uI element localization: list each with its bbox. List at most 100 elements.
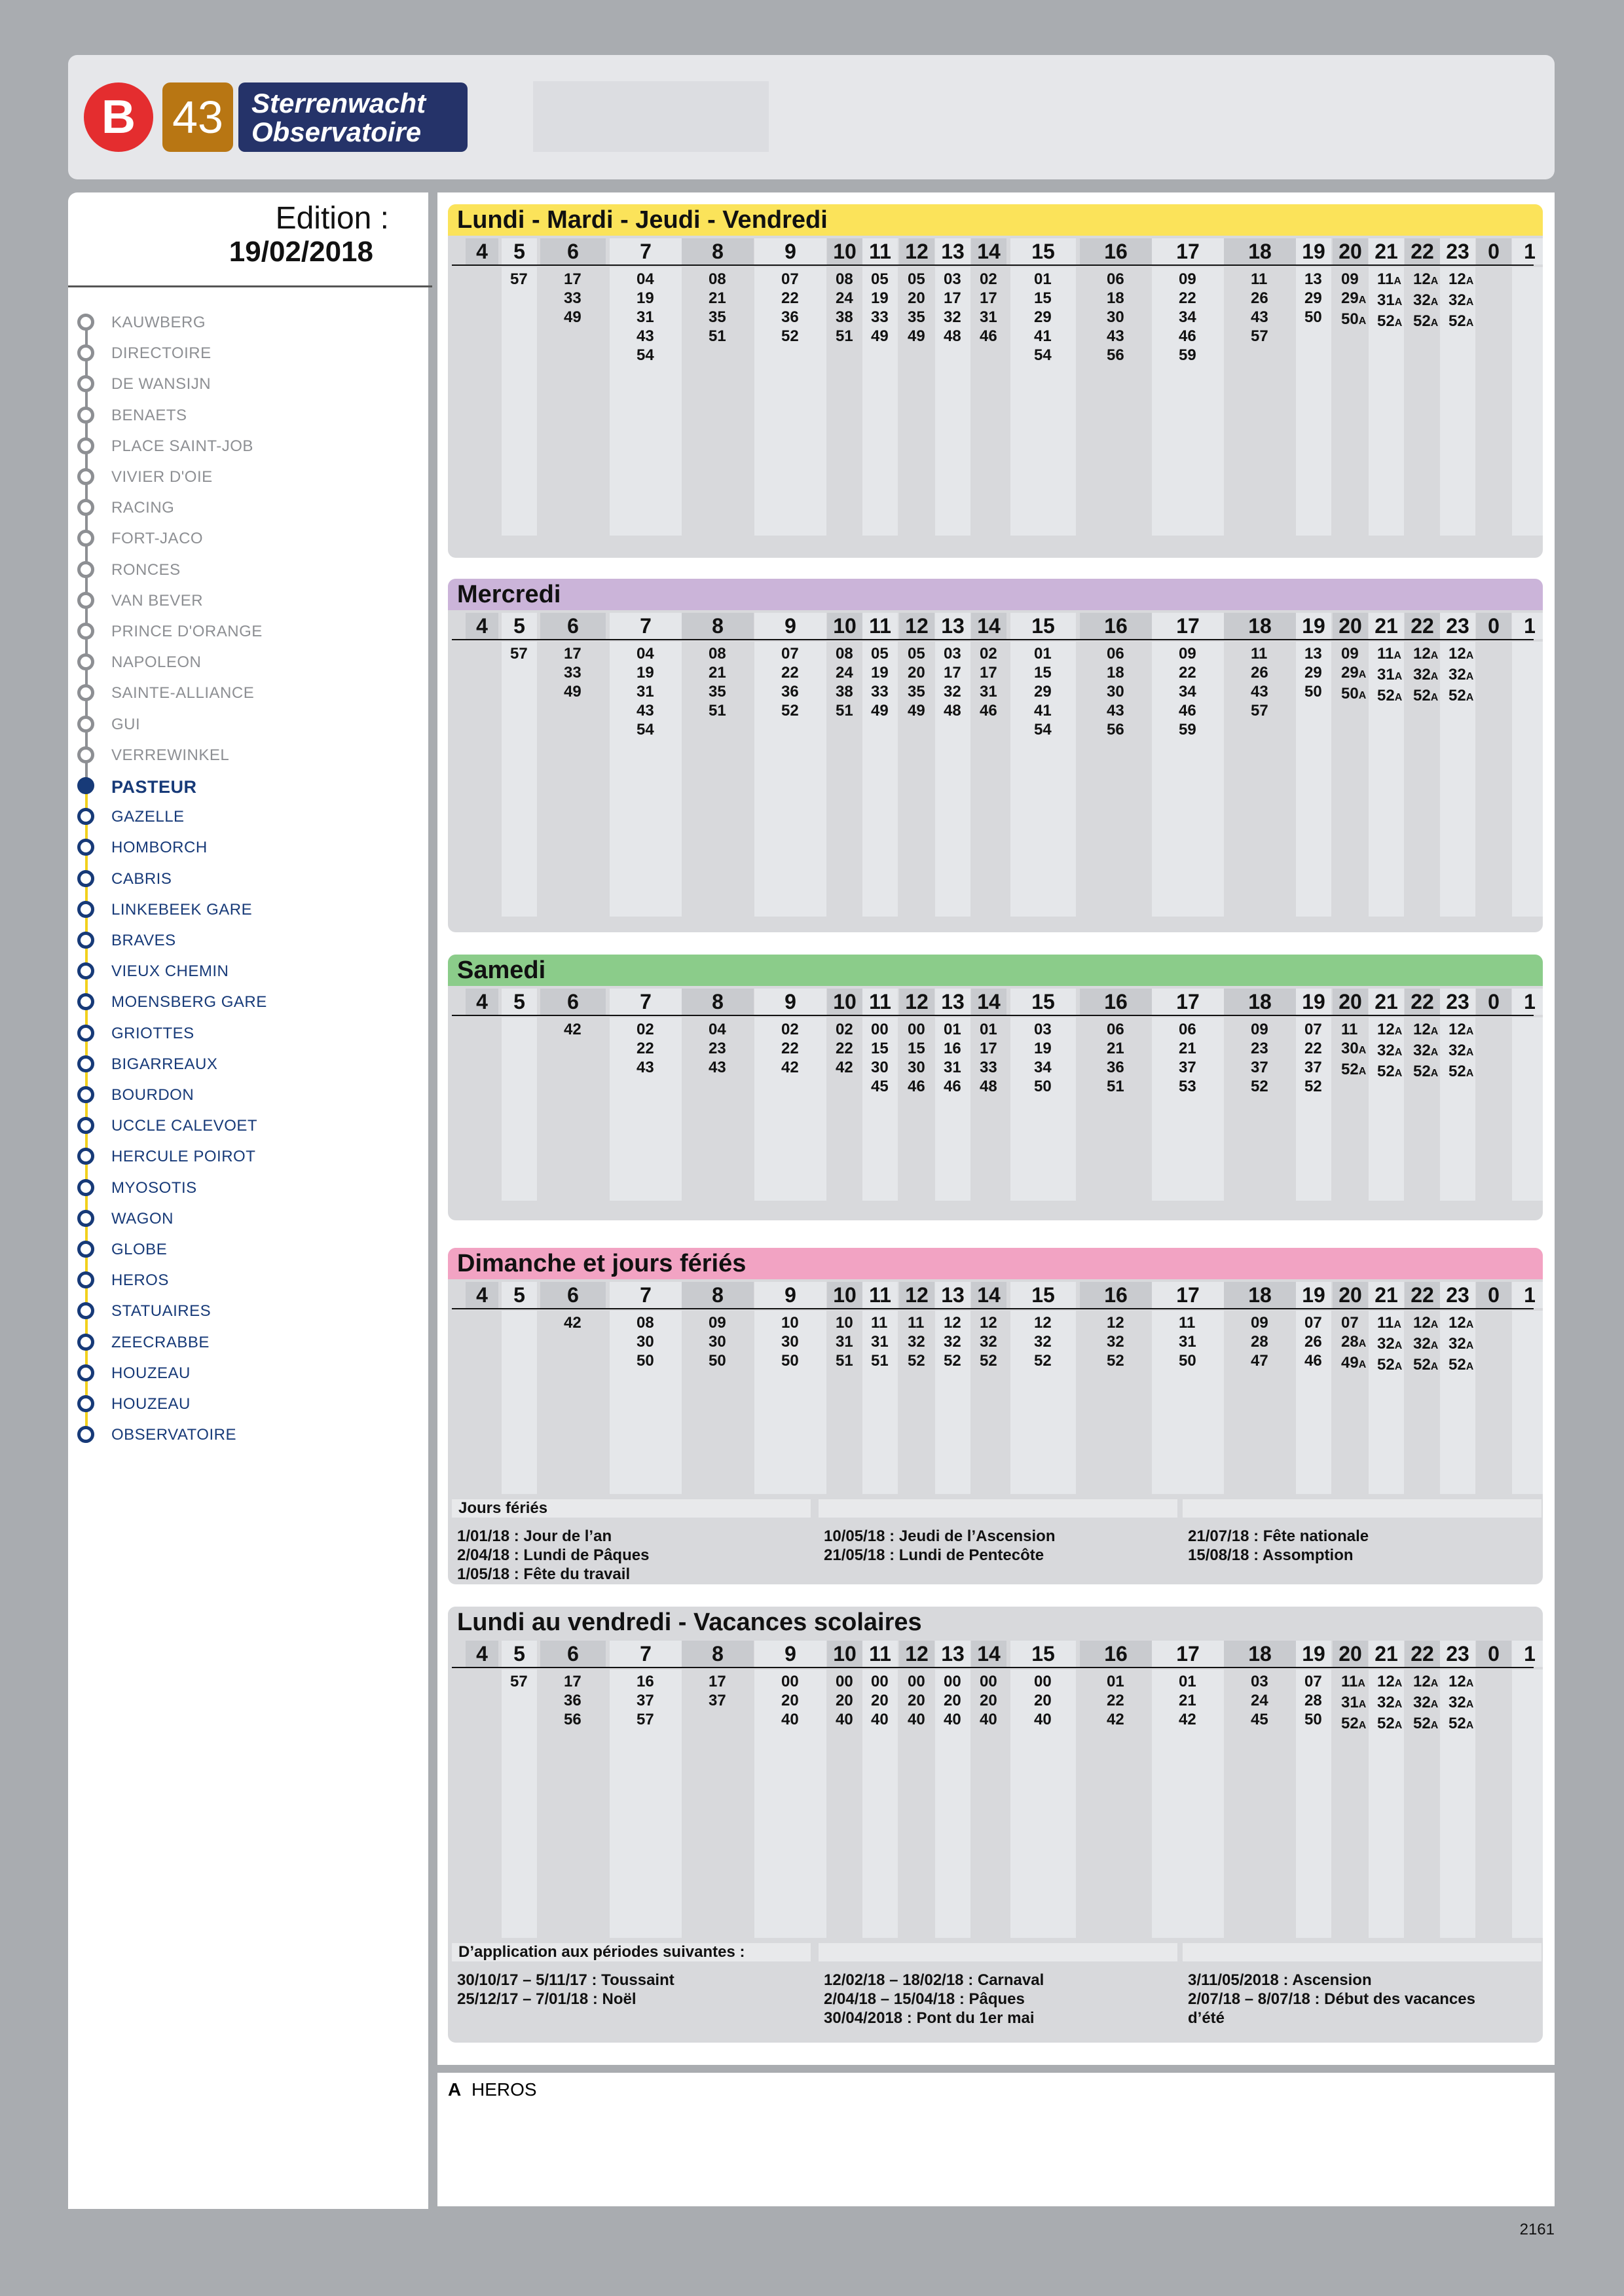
minute-value: 37 <box>1179 1059 1196 1076</box>
stop-marker-icon <box>77 1117 94 1135</box>
hour-label: 1 <box>1512 1641 1543 1667</box>
departure-minute: 00 <box>871 1020 889 1039</box>
hour-label: 14 <box>971 1641 1006 1667</box>
departure-minute: 42 <box>781 1058 799 1077</box>
departure-minute: 17 <box>944 289 961 308</box>
departure-minute: 30 <box>709 1332 726 1351</box>
departure-minute: 21 <box>709 289 726 308</box>
minute-value: 50 <box>1304 683 1322 701</box>
minute-value: 46 <box>1179 327 1196 345</box>
minute-value: 38 <box>836 308 853 326</box>
legend-text: HEROS <box>471 2079 537 2100</box>
hour-label: 6 <box>540 238 606 264</box>
stop-name: VERREWINKEL <box>111 746 230 764</box>
hour-label: 1 <box>1512 1282 1543 1308</box>
notes-heading <box>1183 1943 1541 1961</box>
minute-value: 28 <box>1341 1333 1359 1351</box>
departure-minute: 52 <box>944 1351 961 1370</box>
variant-marker: A <box>1430 1361 1439 1372</box>
variant-marker: A <box>1358 690 1367 701</box>
hour-label: 8 <box>682 989 754 1015</box>
hour-label: 10 <box>827 613 862 639</box>
day-type-title: Samedi <box>448 955 1543 986</box>
legend-panel: A HEROS <box>437 2073 1555 2206</box>
minute-value: 09 <box>1179 645 1196 663</box>
departure-minutes: 12 32 52 <box>944 1313 961 1370</box>
hour-label: 19 <box>1296 1641 1331 1667</box>
departure-minutes: 06 21 37 53 <box>1179 1020 1196 1096</box>
variant-marker: A <box>1430 1026 1439 1037</box>
minute-value: 40 <box>980 1711 997 1728</box>
departure-minute: 56 <box>1107 346 1124 365</box>
minute-value: 32 <box>980 1333 997 1351</box>
minute-value: 54 <box>637 721 654 738</box>
departure-minute: 52 <box>1034 1351 1052 1370</box>
day-type-title: Lundi - Mardi - Jeudi - Vendredi <box>448 204 1543 236</box>
minute-value: 11 <box>1377 1314 1394 1332</box>
hour-label: 14 <box>971 613 1006 639</box>
minute-value: 50 <box>1034 1078 1052 1095</box>
departure-minute: 43 <box>637 1058 654 1077</box>
departure-minute: 03 <box>1251 1672 1268 1691</box>
hour-label: 15 <box>1010 989 1076 1015</box>
minute-value: 13 <box>1304 270 1322 288</box>
minute-value: 49 <box>908 702 925 720</box>
departure-minute: 45 <box>871 1077 889 1096</box>
departure-minute: 07 <box>781 270 799 289</box>
hour-label: 8 <box>682 1641 754 1667</box>
minute-value: 00 <box>836 1673 853 1690</box>
minute-value: 51 <box>871 1352 889 1370</box>
departure-minute: 43 <box>709 1058 726 1077</box>
departure-minute: 07 <box>1304 1020 1322 1039</box>
departure-minute: 11 <box>1251 270 1268 289</box>
stop-marker-icon <box>77 746 94 763</box>
legend-key: A <box>448 2079 462 2100</box>
minute-value: 12 <box>1449 1314 1466 1332</box>
minute-value: 12 <box>1413 1673 1431 1690</box>
stop-marker-icon <box>77 684 94 702</box>
departure-minute: 00 <box>908 1020 925 1039</box>
minute-value: 03 <box>944 270 961 288</box>
stop-name: HOUZEAU <box>111 1364 191 1382</box>
day-type-title: Lundi au vendredi - Vacances scolaires <box>448 1607 1543 1638</box>
departure-minute: 22 <box>781 289 799 308</box>
departure-minute: 30 <box>908 1058 925 1077</box>
departure-minutes: 12A 32A 52A <box>1377 1672 1402 1735</box>
minute-value: 04 <box>709 1021 726 1038</box>
minute-value: 07 <box>781 270 799 288</box>
minute-value: 37 <box>1251 1059 1268 1076</box>
hour-label: 21 <box>1369 1282 1404 1308</box>
hour-column-band <box>1512 267 1543 536</box>
minute-value: 48 <box>944 327 961 345</box>
minute-value: 22 <box>1179 664 1196 682</box>
stop-name: VIVIER D'OIE <box>111 468 213 486</box>
minute-value: 41 <box>1034 702 1052 720</box>
departure-minute: 40 <box>1034 1710 1052 1729</box>
departure-minute: 50 <box>781 1351 799 1370</box>
hour-label: 21 <box>1369 238 1404 264</box>
destination-line-2: Observatoire <box>251 117 422 147</box>
hour-column-band <box>466 1311 498 1494</box>
departure-minute: 43 <box>1251 682 1268 701</box>
stop-marker-icon <box>77 1271 94 1289</box>
departure-minute: 01 <box>1034 644 1052 663</box>
note-line: 1/01/18 : Jour de l’an <box>457 1527 612 1545</box>
departure-minute: 32 <box>944 682 961 701</box>
minute-value: 46 <box>1179 702 1196 720</box>
minute-value: 07 <box>1304 1021 1322 1038</box>
minute-value: 00 <box>980 1673 997 1690</box>
minute-value: 29 <box>1304 289 1322 307</box>
header-rule <box>452 1015 1534 1016</box>
departure-minute: 49A <box>1341 1353 1366 1374</box>
departure-minute: 22 <box>637 1039 654 1058</box>
departure-minutes: 06 18 30 43 56 <box>1107 270 1124 365</box>
departure-minutes: 01 22 42 <box>1107 1672 1124 1729</box>
minute-value: 01 <box>980 1021 997 1038</box>
minute-value: 32 <box>1034 1333 1052 1351</box>
minute-value: 32 <box>1449 666 1466 683</box>
minute-value: 49 <box>564 683 581 701</box>
departure-minute: 13 <box>1304 270 1322 289</box>
variant-marker: A <box>1394 318 1403 329</box>
departure-minute: 20 <box>836 1691 853 1710</box>
departure-minute: 18 <box>1107 289 1124 308</box>
